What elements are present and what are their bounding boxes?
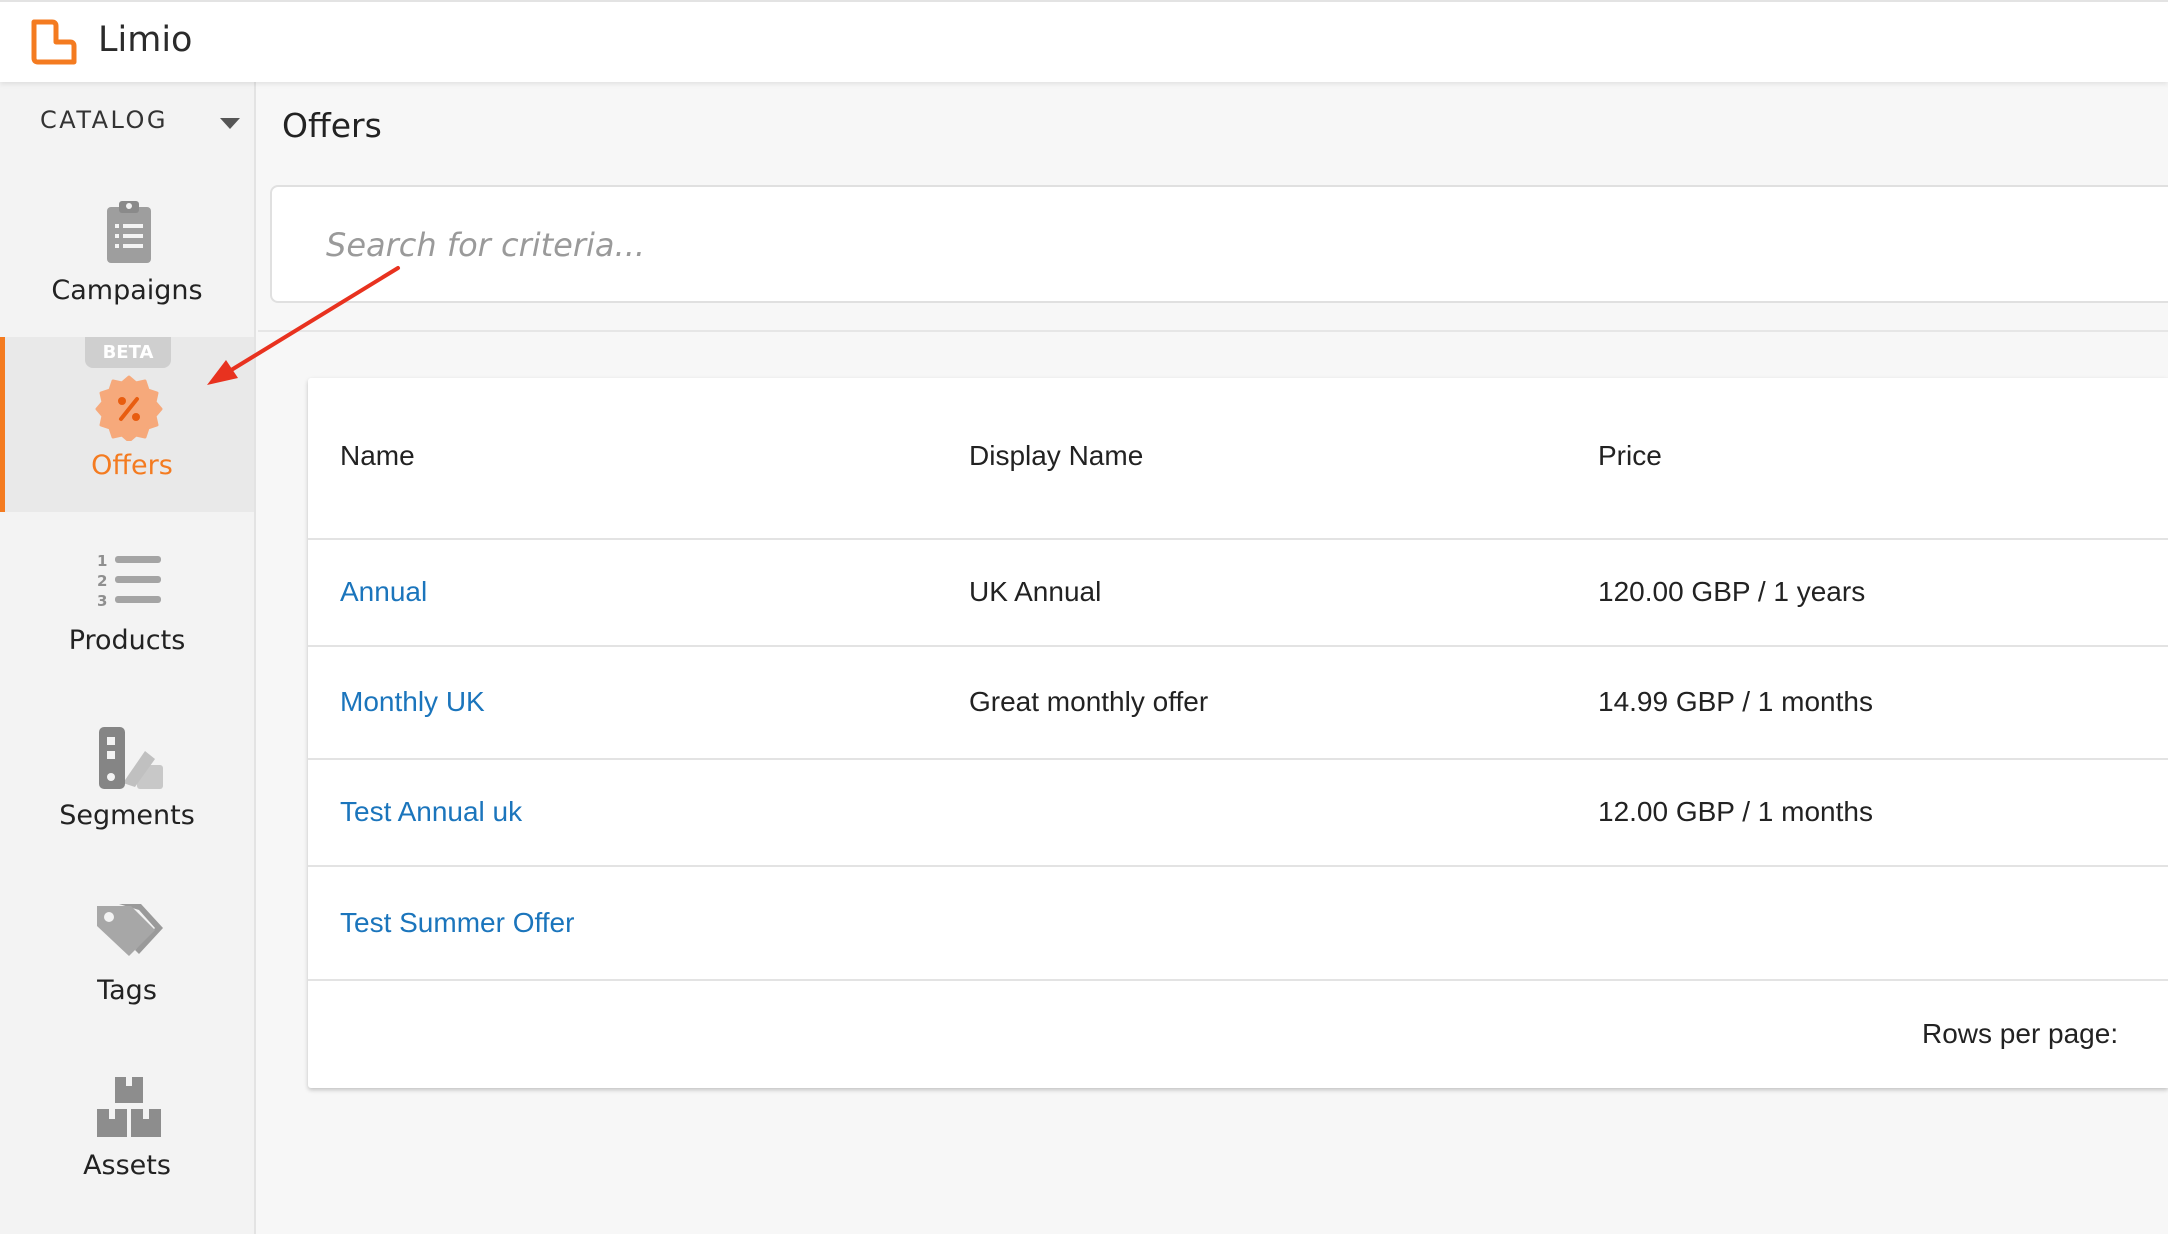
svg-text:3: 3 <box>97 592 107 610</box>
percent-badge-icon <box>95 375 163 441</box>
column-header-display-name[interactable]: Display Name <box>969 440 1143 472</box>
search-input[interactable] <box>326 217 2026 273</box>
sidebar-item-label: Segments <box>59 800 195 831</box>
offer-price: 12.00 GBP / 1 months <box>1598 796 1873 827</box>
search-box <box>270 185 2168 303</box>
sidebar-item-campaigns[interactable]: Campaigns <box>0 162 254 337</box>
offer-display-name: UK Annual <box>969 576 1102 607</box>
offer-name-link[interactable]: Monthly UK <box>340 686 485 718</box>
sidebar-item-label: Products <box>68 625 186 656</box>
table-row[interactable]: Annual UK Annual 120.00 GBP / 1 years <box>308 538 2168 645</box>
sidebar-item-label: Offers <box>91 450 173 481</box>
catalog-section-label: CATALOG <box>40 106 169 134</box>
brand-name: Limio <box>98 20 193 60</box>
sidebar-item-tags[interactable]: Tags <box>0 862 254 1037</box>
column-header-name[interactable]: Name <box>340 440 415 472</box>
svg-text:1: 1 <box>97 552 107 570</box>
segments-swatch-icon <box>99 727 163 789</box>
sidebar-item-label: Campaigns <box>51 275 203 306</box>
table-row[interactable]: Monthly UK Great monthly offer 14.99 GBP… <box>308 645 2168 758</box>
column-header-price[interactable]: Price <box>1598 440 1662 472</box>
offer-price: 120.00 GBP / 1 years <box>1598 576 1866 607</box>
sidebar-item-assets[interactable]: Assets <box>0 1037 254 1212</box>
offers-table: Name Display Name Price Annual UK Annual… <box>308 378 2168 1088</box>
page-title: Offers <box>282 106 382 145</box>
offer-display-name: Great monthly offer <box>969 686 1209 717</box>
tags-icon <box>97 904 163 956</box>
sidebar-item-label: Assets <box>83 1150 171 1181</box>
offer-name-link[interactable]: Test Annual uk <box>340 796 522 828</box>
table-row[interactable]: Test Summer Offer <box>308 865 2168 981</box>
boxes-icon <box>97 1077 161 1137</box>
offer-name-link[interactable]: Annual <box>340 576 427 608</box>
limio-logo-icon[interactable] <box>26 16 80 68</box>
offer-price: 14.99 GBP / 1 months <box>1598 686 1873 717</box>
top-bar: Limio <box>0 0 2168 82</box>
sidebar-item-offers[interactable]: BETA Offers <box>0 337 254 512</box>
sidebar-item-segments[interactable]: Segments <box>0 687 254 862</box>
table-row[interactable]: Test Annual uk 12.00 GBP / 1 months <box>308 758 2168 865</box>
sidebar: CATALOG Campaigns BETA Offers 1 2 3 Prod… <box>0 82 256 1234</box>
rows-per-page-label: Rows per page: <box>1922 1018 2119 1049</box>
svg-text:2: 2 <box>97 572 107 590</box>
clipboard-list-icon <box>107 201 151 263</box>
beta-badge: BETA <box>85 337 171 368</box>
numbered-list-icon: 1 2 3 <box>97 552 161 610</box>
offer-name-link[interactable]: Test Summer Offer <box>340 907 574 939</box>
sidebar-item-products[interactable]: 1 2 3 Products <box>0 512 254 687</box>
chevron-down-icon[interactable] <box>220 118 240 129</box>
sidebar-item-label: Tags <box>97 975 157 1006</box>
